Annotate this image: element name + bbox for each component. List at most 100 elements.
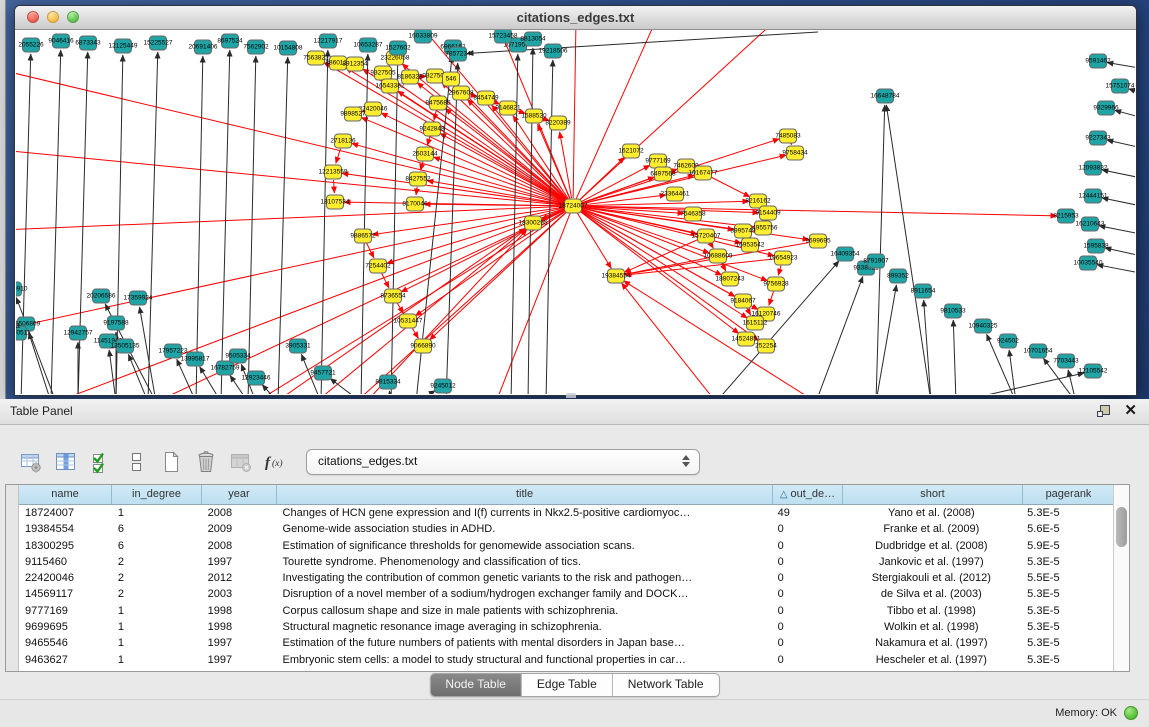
cell-in_degree[interactable]: 1 (112, 619, 202, 635)
select-all-icon[interactable] (88, 449, 114, 475)
table-selector-dropdown[interactable]: citations_edges.txt (306, 449, 700, 475)
cell-out_de[interactable]: 0 (772, 554, 842, 570)
graph-node[interactable]: 20206586 (87, 289, 116, 303)
cell-year[interactable]: 1998 (202, 619, 277, 635)
memory-status-icon[interactable] (1124, 706, 1138, 720)
graph-node[interactable]: 6873343 (75, 36, 101, 50)
column-visibility-icon[interactable] (53, 449, 79, 475)
graph-node[interactable]: 8791907 (863, 254, 889, 268)
column-header-name[interactable]: name (19, 485, 112, 505)
tab-node-table[interactable]: Node Table (430, 674, 522, 696)
cell-year[interactable]: 2008 (202, 538, 277, 554)
cell-short[interactable]: Nakamura et al. (1997) (842, 635, 1022, 651)
cell-pagerank[interactable]: 5.3E-5 (1021, 619, 1113, 635)
column-header-short[interactable]: short (843, 485, 1023, 505)
cell-out_de[interactable]: 0 (772, 586, 842, 602)
graph-node[interactable]: 9505334 (225, 349, 251, 363)
cell-in_degree[interactable]: 1 (112, 635, 202, 651)
tab-edge-table[interactable]: Edge Table (522, 674, 613, 696)
selected-node[interactable]: 2603144 (412, 147, 438, 161)
cell-year[interactable]: 1997 (202, 554, 277, 570)
graph-node[interactable]: 10701654 (1024, 344, 1053, 358)
graph-node[interactable]: 16409354 (831, 247, 860, 261)
selected-node[interactable]: 9327505 (370, 66, 396, 80)
cell-year[interactable]: 1997 (202, 652, 277, 668)
cell-short[interactable]: Yano et al. (2008) (842, 505, 1022, 521)
graph-node[interactable]: 12444151 (1079, 189, 1108, 203)
selected-node[interactable]: 8454749 (473, 91, 499, 105)
column-header-out_de[interactable]: △out_de… (773, 485, 843, 505)
cell-year[interactable]: 2009 (202, 521, 277, 537)
selected-node[interactable]: 2718126 (330, 134, 356, 148)
graph-node[interactable]: 9197588 (103, 316, 129, 330)
selected-node[interactable]: 1621072 (618, 144, 644, 158)
network-graph[interactable]: 1872400775638228860123891235423226058932… (16, 30, 1135, 394)
selected-node[interactable]: 9699695 (805, 234, 831, 248)
graph-node[interactable]: 9227343 (1085, 131, 1111, 145)
cell-short[interactable]: Hescheler et al. (1997) (842, 652, 1022, 668)
clear-selection-icon[interactable] (123, 449, 149, 475)
cell-out_de[interactable]: 0 (772, 603, 842, 619)
cell-short[interactable]: de Silva et al. (2003) (842, 586, 1022, 602)
cell-title[interactable]: Genome-wide association studies in ADHD. (277, 521, 772, 537)
tab-network-table[interactable]: Network Table (613, 674, 719, 696)
cell-short[interactable]: Jankovic et al. (1997) (842, 554, 1022, 570)
cell-title[interactable]: Embryonic stem cells: a model to study s… (277, 652, 772, 668)
selected-node[interactable]: 9154409 (755, 206, 781, 220)
cell-pagerank[interactable]: 5.3E-5 (1021, 505, 1113, 521)
cell-title[interactable]: Disruption of a novel member of a sodium… (277, 586, 772, 602)
cell-out_de[interactable]: 0 (772, 538, 842, 554)
cell-name[interactable]: 9465546 (19, 635, 112, 651)
cell-short[interactable]: Dudbridge et al. (2008) (842, 538, 1022, 554)
selected-node[interactable]: 12213559 (319, 165, 348, 179)
table-row[interactable]: 2242004622012Investigating the contribut… (19, 570, 1113, 586)
table-row[interactable]: 969969511998Structural magnetic resonanc… (19, 619, 1113, 635)
selected-node[interactable]: 23364461 (661, 187, 690, 201)
graph-node[interactable]: 12923446 (242, 371, 271, 385)
graph-node[interactable]: 9457721 (310, 366, 336, 380)
selected-node[interactable]: 546 (443, 72, 460, 86)
graph-node[interactable]: 8915334 (375, 375, 401, 389)
cell-title[interactable]: Changes of HCN gene expression and I(f) … (277, 505, 772, 521)
cell-title[interactable]: Corpus callosum shape and size in male p… (277, 603, 772, 619)
function-builder-icon[interactable]: f(x) (263, 449, 289, 475)
column-header-in_degree[interactable]: in_degree (112, 485, 202, 505)
column-header-title[interactable]: title (277, 485, 773, 505)
cell-in_degree[interactable]: 2 (112, 554, 202, 570)
cell-out_de[interactable]: 0 (772, 619, 842, 635)
cell-year[interactable]: 2008 (202, 505, 277, 521)
cell-name[interactable]: 9699695 (19, 619, 112, 635)
table-row[interactable]: 1938455462009Genome-wide association stu… (19, 521, 1113, 537)
cell-pagerank[interactable]: 5.3E-5 (1021, 554, 1113, 570)
table-row[interactable]: 977716911998Corpus callosum shape and si… (19, 603, 1113, 619)
graph-node[interactable]: 12125449 (109, 39, 138, 53)
cell-in_degree[interactable]: 6 (112, 538, 202, 554)
graph-node[interactable]: 8813054 (520, 32, 546, 46)
cell-name[interactable]: 18300295 (19, 538, 112, 554)
selected-node[interactable]: 7254402 (365, 259, 391, 273)
selected-node[interactable]: 10688609 (704, 249, 733, 263)
graph-node[interactable]: 1527602 (385, 41, 411, 55)
selected-node[interactable]: 16953542 (736, 238, 765, 252)
graph-node[interactable]: 12942757 (64, 326, 93, 340)
selected-node[interactable]: 9066890 (410, 339, 436, 353)
cell-year[interactable]: 2012 (202, 570, 277, 586)
graph-node[interactable]: 9046416 (48, 34, 74, 48)
selected-node[interactable]: 6497568 (650, 167, 676, 181)
graph-node[interactable]: 9591462 (1085, 54, 1111, 68)
column-header-pagerank[interactable]: pagerank (1023, 485, 1115, 505)
graph-node[interactable]: 9329966 (1093, 101, 1119, 115)
new-column-icon[interactable] (158, 449, 184, 475)
split-pane-grip[interactable] (566, 393, 576, 398)
cell-in_degree[interactable]: 1 (112, 505, 202, 521)
cell-name[interactable]: 9777169 (19, 603, 112, 619)
selected-node[interactable]: 8170046 (402, 197, 428, 211)
graph-node[interactable]: 16210643 (1076, 217, 1105, 231)
graph-node[interactable]: 12105542 (1079, 364, 1108, 378)
cell-title[interactable]: Estimation of the future numbers of pati… (277, 635, 772, 651)
selected-node[interactable]: 9886572 (350, 229, 376, 243)
graph-node[interactable]: 10154808 (274, 41, 303, 55)
selected-node[interactable]: 9756928 (763, 277, 789, 291)
cell-in_degree[interactable]: 1 (112, 652, 202, 668)
graph-node[interactable]: 8697524 (217, 34, 243, 48)
